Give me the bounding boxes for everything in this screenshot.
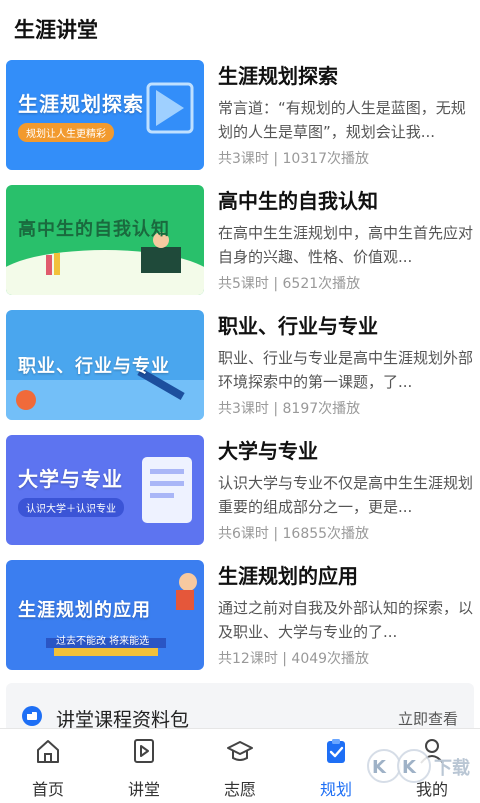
tab-application[interactable]: 志愿 (192, 729, 288, 803)
course-meta: 共3课时 | 8197次播放 (218, 401, 361, 417)
course-title[interactable]: 大学与专业 (218, 435, 318, 464)
course-title[interactable]: 职业、行业与专业 (218, 310, 378, 339)
course-thumbnail[interactable]: 职业、行业与专业 (6, 310, 204, 420)
kk-download-watermark: K K 下载 (367, 749, 470, 783)
course-thumbnail[interactable]: 生涯规划探索 规划让人生更精彩 (6, 60, 204, 170)
course-description: 通过之前对自我及外部认知的探索，以及职业、大学与专业的了... (218, 599, 474, 641)
svg-text:下载: 下载 (434, 757, 470, 779)
course-description: 职业、行业与专业是高中生涯规划外部环境探索中的第一课题，了... (218, 349, 474, 391)
course-pack-banner[interactable]: 讲堂课程资料包 立即查看 (6, 683, 474, 733)
thumbnail-subtitle: 认识大学＋认识专业 (18, 498, 124, 517)
svg-text:K: K (372, 757, 387, 778)
section-title: 生涯讲堂 (14, 18, 98, 42)
thumbnail-title: 高中生的自我认知 (18, 219, 170, 240)
course-item[interactable]: 大学与专业 认识大学＋认识专业 大学与专业 认识大学与专业不仅是高中生生涯规划重… (0, 433, 480, 548)
course-item[interactable]: 职业、行业与专业 职业、行业与专业 职业、行业与专业是高中生涯规划外部环境探索中… (0, 308, 480, 423)
course-item[interactable]: 生涯规划的应用 过去不能改 将来能选 生涯规划的应用 通过之前对自我及外部认知的… (0, 558, 480, 673)
course-description: 常言道：“有规划的人生是蓝图，无规划的人生是草图”，规划会让我... (218, 99, 466, 141)
course-meta: 共12课时 | 4049次播放 (218, 651, 370, 667)
thumbnail-subtitle: 过去不能改 将来能选 (56, 636, 150, 647)
tab-label: 讲堂 (127, 780, 160, 799)
course-title[interactable]: 高中生的自我认知 (218, 185, 378, 214)
course-thumbnail[interactable]: 生涯规划的应用 过去不能改 将来能选 (6, 560, 204, 670)
clipboard-check-icon (327, 739, 345, 763)
course-meta: 共3课时 | 10317次播放 (218, 151, 370, 167)
play-book-icon (134, 739, 154, 763)
home-icon (37, 740, 59, 763)
tab-lecture[interactable]: 讲堂 (96, 729, 192, 803)
folder-icon (22, 706, 42, 726)
tab-home[interactable]: 首页 (0, 729, 96, 803)
course-item[interactable]: 高中生的自我认知 高中生的自我认知 在高中生生涯规划中，高中生首先应对自身的兴趣… (0, 183, 480, 298)
thumbnail-title: 生涯规划探索 (18, 92, 144, 116)
course-description: 在高中生生涯规划中，高中生首先应对自身的兴趣、性格、价值观... (218, 224, 474, 266)
tab-label: 志愿 (223, 780, 256, 799)
thumbnail-subtitle: 规划让人生更精彩 (18, 123, 114, 142)
thumbnail-title: 大学与专业 (18, 467, 123, 491)
course-meta: 共6课时 | 16855次播放 (218, 526, 370, 542)
thumbnail-title: 生涯规划的应用 (18, 600, 151, 621)
course-title[interactable]: 生涯规划探索 (218, 60, 338, 89)
thumbnail-title: 职业、行业与专业 (18, 356, 170, 377)
course-thumbnail[interactable]: 高中生的自我认知 (6, 185, 204, 295)
view-now-link[interactable]: 立即查看 (398, 708, 458, 729)
tab-label: 首页 (31, 780, 64, 799)
svg-text:K: K (402, 757, 417, 778)
course-item[interactable]: 生涯规划探索 规划让人生更精彩 生涯规划探索 常言道：“有规划的人生是蓝图，无规… (0, 58, 480, 173)
course-title[interactable]: 生涯规划的应用 (218, 560, 358, 589)
course-meta: 共5课时 | 6521次播放 (218, 276, 361, 292)
graduation-cap-icon (227, 741, 253, 761)
course-description: 认识大学与专业不仅是高中生生涯规划重要的组成部分之一，更是... (218, 474, 474, 516)
course-thumbnail[interactable]: 大学与专业 认识大学＋认识专业 (6, 435, 204, 545)
